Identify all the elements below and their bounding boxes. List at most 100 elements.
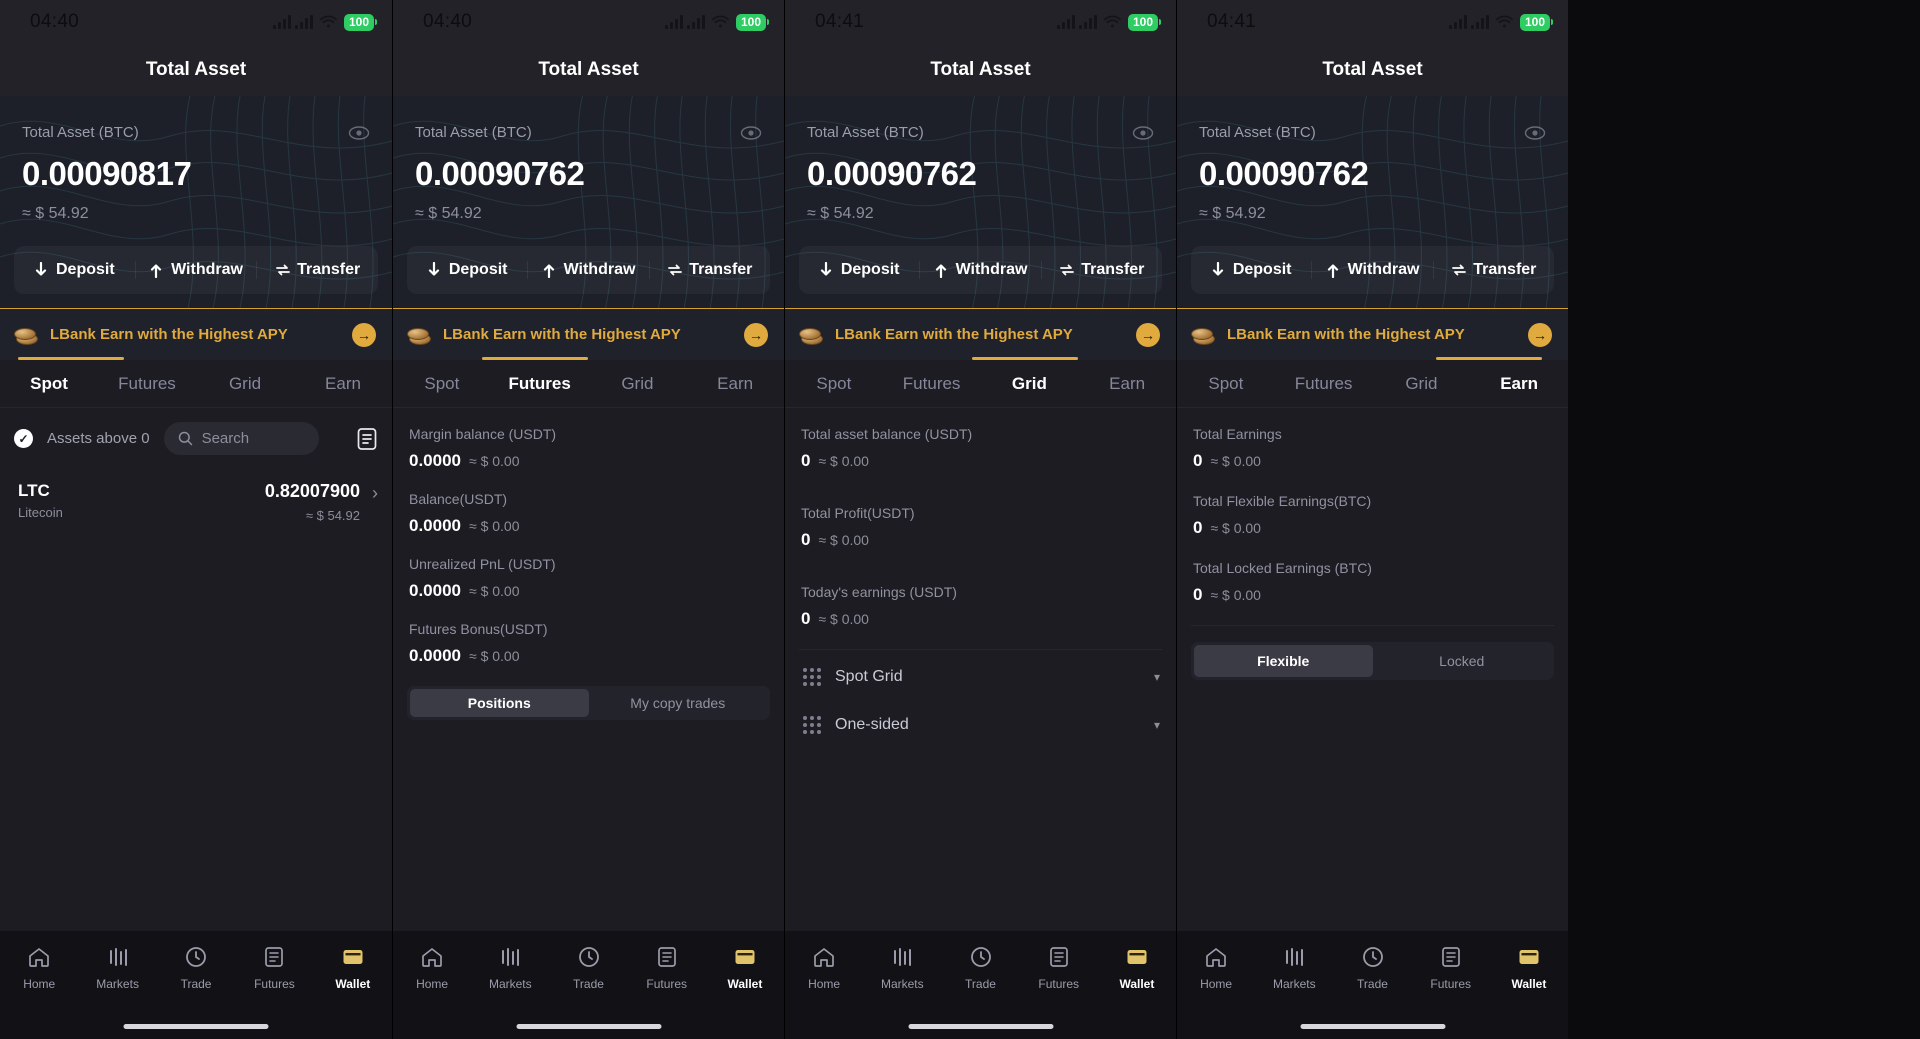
- nav-item-home[interactable]: Home: [1177, 945, 1255, 991]
- stat-futures-bonus: Futures Bonus(USDT) 0.0000 ≈ $ 0.00: [409, 621, 770, 666]
- signal-bars-icon: [1056, 15, 1075, 29]
- tab-futures[interactable]: Futures: [481, 356, 589, 394]
- chevron-down-icon[interactable]: ▾: [1154, 718, 1160, 732]
- tab-futures[interactable]: Futures: [98, 374, 196, 394]
- banner-arrow-icon[interactable]: →: [352, 322, 376, 347]
- tab-earn[interactable]: Earn: [294, 374, 392, 394]
- nav-item-futures[interactable]: Futures: [1020, 945, 1098, 991]
- tab-earn[interactable]: Earn: [1436, 356, 1568, 394]
- banner-arrow-icon[interactable]: →: [1528, 322, 1552, 347]
- checkmark-icon[interactable]: ✓: [14, 429, 33, 448]
- bottom-nav: Home Markets Trade Futures Wallet: [1177, 931, 1568, 1039]
- nav-item-home[interactable]: Home: [785, 945, 863, 991]
- eye-toggle-icon[interactable]: [740, 125, 762, 140]
- earn-promo-banner[interactable]: LBank Earn with the Highest APY →: [1177, 308, 1568, 360]
- deposit-button[interactable]: Deposit: [799, 261, 919, 279]
- drag-handle-icon[interactable]: [803, 716, 821, 734]
- deposit-button[interactable]: Deposit: [407, 261, 527, 279]
- nav-item-trade[interactable]: Trade: [941, 945, 1019, 991]
- tab-grid[interactable]: Grid: [196, 374, 294, 394]
- earn-promo-banner[interactable]: LBank Earn with the Highest APY →: [785, 308, 1176, 360]
- segment-my-copy-trades[interactable]: My copy trades: [589, 689, 768, 717]
- nav-item-trade[interactable]: Trade: [549, 945, 627, 991]
- grid-strategy-label: Spot Grid: [835, 668, 903, 685]
- nav-item-home[interactable]: Home: [393, 945, 471, 991]
- nav-item-wallet[interactable]: Wallet: [314, 945, 392, 991]
- tab-spot[interactable]: Spot: [785, 374, 883, 394]
- nav-item-wallet[interactable]: Wallet: [706, 945, 784, 991]
- asset-values: 0.82007900 ≈ $ 54.92 ›: [265, 481, 378, 523]
- withdraw-button[interactable]: Withdraw: [527, 261, 648, 279]
- chevron-right-icon[interactable]: ›: [372, 483, 378, 504]
- earn-promo-banner[interactable]: LBank Earn with the Highest APY →: [0, 308, 392, 360]
- transfer-swap-icon: [275, 262, 291, 278]
- nav-item-markets[interactable]: Markets: [1255, 945, 1333, 991]
- wallet-tabs: Spot Futures Grid Earn: [785, 356, 1176, 408]
- stat-approx: ≈ $ 0.00: [469, 518, 520, 534]
- status-bar: 04:40 100: [0, 0, 392, 44]
- nav-item-trade[interactable]: Trade: [157, 945, 235, 991]
- grid-strategy-row-spot-grid[interactable]: Spot Grid ▾: [785, 650, 1176, 686]
- transfer-button[interactable]: Transfer: [256, 261, 378, 279]
- deposit-button[interactable]: Deposit: [14, 261, 135, 279]
- transfer-button[interactable]: Transfer: [648, 261, 770, 279]
- battery-badge: 100: [1127, 13, 1162, 31]
- deposit-button[interactable]: Deposit: [1191, 261, 1311, 279]
- trade-clock-icon: [1361, 945, 1385, 969]
- status-clock: 04:40: [423, 11, 473, 32]
- segment-locked[interactable]: Locked: [1373, 645, 1552, 677]
- nav-item-futures[interactable]: Futures: [235, 945, 313, 991]
- tab-earn[interactable]: Earn: [686, 374, 784, 394]
- home-indicator: [908, 1024, 1053, 1029]
- withdraw-button[interactable]: Withdraw: [134, 261, 257, 279]
- nav-item-futures[interactable]: Futures: [628, 945, 706, 991]
- signal-bars-2-icon: [1470, 15, 1489, 29]
- banner-arrow-icon[interactable]: →: [744, 322, 768, 347]
- tab-spot[interactable]: Spot: [393, 374, 491, 394]
- nav-item-wallet[interactable]: Wallet: [1490, 945, 1568, 991]
- eye-toggle-icon[interactable]: [1132, 125, 1154, 140]
- drag-handle-icon[interactable]: [803, 668, 821, 686]
- stat-label: Total Profit(USDT): [801, 505, 915, 521]
- tab-futures[interactable]: Futures: [883, 374, 981, 394]
- earn-promo-banner[interactable]: LBank Earn with the Highest APY →: [393, 308, 784, 360]
- panel-spot: 04:40 100 Total Asset Total Asset (BTC) …: [0, 0, 392, 1039]
- eye-toggle-icon[interactable]: [348, 125, 370, 140]
- tab-grid[interactable]: Grid: [1373, 374, 1471, 394]
- tab-grid[interactable]: Grid: [971, 356, 1079, 394]
- nav-item-home[interactable]: Home: [0, 945, 78, 991]
- tab-spot[interactable]: Spot: [0, 356, 124, 394]
- signal-bars-icon: [272, 15, 291, 29]
- nav-item-markets[interactable]: Markets: [78, 945, 156, 991]
- tab-spot[interactable]: Spot: [1177, 374, 1275, 394]
- battery-badge: 100: [735, 13, 770, 31]
- total-asset-card: Total Asset (BTC) 0.00090762 ≈ $ 54.92 D…: [1177, 96, 1568, 308]
- nav-item-trade[interactable]: Trade: [1333, 945, 1411, 991]
- transfer-button[interactable]: Transfer: [1040, 261, 1162, 279]
- tab-earn[interactable]: Earn: [1078, 374, 1176, 394]
- markets-bars-icon: [890, 945, 914, 969]
- segment-flexible[interactable]: Flexible: [1194, 645, 1373, 677]
- total-asset-usd: ≈ $ 54.92: [415, 205, 482, 222]
- tab-grid[interactable]: Grid: [589, 374, 687, 394]
- records-list-icon[interactable]: [356, 427, 378, 451]
- chevron-down-icon[interactable]: ▾: [1154, 670, 1160, 684]
- withdraw-button[interactable]: Withdraw: [1311, 261, 1432, 279]
- nav-item-markets[interactable]: Markets: [863, 945, 941, 991]
- home-icon: [27, 945, 51, 969]
- segment-positions[interactable]: Positions: [410, 689, 589, 717]
- grid-strategy-row-one-sided[interactable]: One-sided ▾: [785, 686, 1176, 734]
- assets-above-zero-label[interactable]: Assets above 0: [47, 430, 150, 447]
- asset-row-ltc[interactable]: LTC Litecoin 0.82007900 ≈ $ 54.92 ›: [0, 465, 392, 523]
- transfer-button[interactable]: Transfer: [1432, 261, 1554, 279]
- search-input[interactable]: Search: [163, 422, 319, 455]
- tab-futures[interactable]: Futures: [1275, 374, 1373, 394]
- home-icon: [1204, 945, 1228, 969]
- eye-toggle-icon[interactable]: [1524, 125, 1546, 140]
- nav-item-markets[interactable]: Markets: [471, 945, 549, 991]
- withdraw-button[interactable]: Withdraw: [919, 261, 1040, 279]
- nav-item-futures[interactable]: Futures: [1412, 945, 1490, 991]
- nav-item-wallet[interactable]: Wallet: [1098, 945, 1176, 991]
- banner-arrow-icon[interactable]: →: [1136, 322, 1160, 347]
- coins-icon: [14, 325, 40, 345]
